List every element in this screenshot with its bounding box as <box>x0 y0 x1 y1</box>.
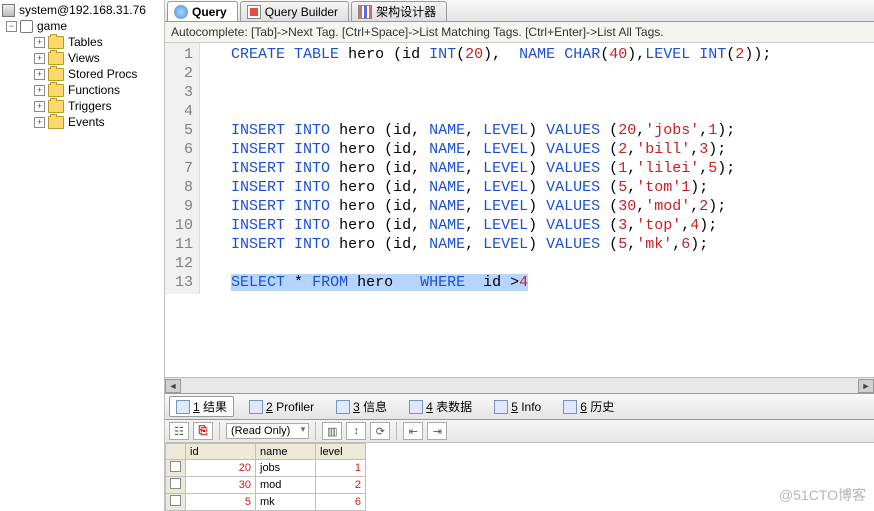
cell-name[interactable]: mod <box>256 477 316 494</box>
column-header-level[interactable]: level <box>316 444 366 460</box>
folder-icon <box>48 100 64 113</box>
result-tab-history[interactable]: 6 历史 <box>556 396 621 417</box>
checkbox-icon[interactable] <box>170 495 181 506</box>
column-header-name[interactable]: name <box>256 444 316 460</box>
refresh-button[interactable]: ⟳ <box>370 422 390 440</box>
tree-item-label: Events <box>68 115 105 129</box>
tree-item-views[interactable]: + Views <box>0 50 164 66</box>
query-builder-icon <box>247 5 261 19</box>
cell-name[interactable]: mk <box>256 494 316 511</box>
profiler-icon <box>249 400 263 414</box>
folder-icon <box>48 68 64 81</box>
database-label: game <box>37 19 67 33</box>
table-row[interactable]: 5mk6 <box>166 494 366 511</box>
checkbox-icon[interactable] <box>170 461 181 472</box>
table-data-icon <box>409 400 423 414</box>
tree-item-events[interactable]: + Events <box>0 114 164 130</box>
tree-item-triggers[interactable]: + Triggers <box>0 98 164 114</box>
tree-item-functions[interactable]: + Functions <box>0 82 164 98</box>
row-selector[interactable] <box>166 477 186 494</box>
tab-query-label: Query <box>192 5 227 19</box>
grid-corner <box>166 444 186 460</box>
tree-item-label: Views <box>68 51 100 65</box>
tab-qb-label: Query Builder <box>265 5 338 19</box>
folder-icon <box>48 116 64 129</box>
result-tab-info2[interactable]: 5 Info <box>487 396 548 417</box>
autocomplete-hint: Autocomplete: [Tab]->Next Tag. [Ctrl+Spa… <box>165 22 874 43</box>
tree-item-stored-procs[interactable]: + Stored Procs <box>0 66 164 82</box>
cell-name[interactable]: jobs <box>256 460 316 477</box>
table-row[interactable]: 20jobs1 <box>166 460 366 477</box>
cell-id[interactable]: 30 <box>186 477 256 494</box>
tree-item-label: Functions <box>68 83 120 97</box>
copy-button[interactable]: ⎘ <box>193 422 213 440</box>
tree-item-tables[interactable]: + Tables <box>0 34 164 50</box>
cell-level[interactable]: 6 <box>316 494 366 511</box>
separator <box>219 422 220 440</box>
cell-level[interactable]: 1 <box>316 460 366 477</box>
expand-icon[interactable]: + <box>34 69 45 80</box>
separator <box>315 422 316 440</box>
info-icon <box>336 400 350 414</box>
row-selector[interactable] <box>166 460 186 477</box>
folder-icon <box>48 52 64 65</box>
filter-button[interactable]: ▥ <box>322 422 342 440</box>
results-grid[interactable]: idnamelevel20jobs130mod25mk6 <box>165 443 874 511</box>
tab-sd-label: 架构设计器 <box>376 3 436 20</box>
table-row[interactable]: 30mod2 <box>166 477 366 494</box>
expand-icon[interactable]: + <box>34 117 45 128</box>
first-button[interactable]: ⇤ <box>403 422 423 440</box>
collapse-icon[interactable]: − <box>6 21 17 32</box>
expand-icon[interactable]: + <box>34 53 45 64</box>
line-gutter: 12345678910111213 <box>165 43 200 294</box>
export-button[interactable]: ☷ <box>169 422 189 440</box>
expand-icon[interactable]: + <box>34 101 45 112</box>
cell-id[interactable]: 5 <box>186 494 256 511</box>
column-header-id[interactable]: id <box>186 444 256 460</box>
tree-server-node[interactable]: system@192.168.31.76 <box>0 2 164 18</box>
tree-item-label: Stored Procs <box>68 67 137 81</box>
object-browser-tree[interactable]: system@192.168.31.76 − game + Tables + View… <box>0 0 165 511</box>
result-tab-results[interactable]: 1 结果 <box>169 396 234 417</box>
tab-query[interactable]: Query <box>167 1 238 21</box>
server-label: system@192.168.31.76 <box>19 3 146 17</box>
sort-button[interactable]: ↕ <box>346 422 366 440</box>
results-tabbar: 1 结果 2 Profiler 3 信息 4 表数据 5 Info 6 历史 <box>165 393 874 420</box>
result-tab-tabledata[interactable]: 4 表数据 <box>402 396 479 417</box>
tab-schema-designer[interactable]: 架构设计器 <box>351 1 447 21</box>
grid-icon <box>176 400 190 414</box>
readonly-dropdown[interactable]: (Read Only) <box>226 423 309 439</box>
tree-database-node[interactable]: − game <box>0 18 164 34</box>
folder-icon <box>48 36 64 49</box>
separator <box>396 422 397 440</box>
scroll-left-arrow[interactable]: ◄ <box>165 379 181 393</box>
checkbox-icon[interactable] <box>170 478 181 489</box>
editor-tabbar: Query Query Builder 架构设计器 <box>165 0 874 22</box>
history-icon <box>563 400 577 414</box>
folder-icon <box>48 84 64 97</box>
scroll-right-arrow[interactable]: ► <box>858 379 874 393</box>
cell-id[interactable]: 20 <box>186 460 256 477</box>
expand-icon[interactable]: + <box>34 37 45 48</box>
row-selector[interactable] <box>166 494 186 511</box>
query-icon <box>174 5 188 19</box>
expand-icon[interactable]: + <box>34 85 45 96</box>
result-tab-profiler[interactable]: 2 Profiler <box>242 396 321 417</box>
editor-h-scrollbar[interactable]: ◄ ► <box>165 377 874 393</box>
last-button[interactable]: ⇥ <box>427 422 447 440</box>
cell-level[interactable]: 2 <box>316 477 366 494</box>
sql-editor[interactable]: 12345678910111213 CREATE TABLE hero (id … <box>165 43 874 377</box>
code-area[interactable]: CREATE TABLE hero (id INT(20), NAME CHAR… <box>200 43 775 294</box>
database-icon <box>20 20 33 33</box>
tab-query-builder[interactable]: Query Builder <box>240 1 349 21</box>
watermark: @51CTO博客 <box>779 485 866 505</box>
schema-designer-icon <box>358 5 372 19</box>
results-toolbar: ☷ ⎘ (Read Only) ▥ ↕ ⟳ ⇤ ⇥ <box>165 420 874 443</box>
tree-item-label: Tables <box>68 35 103 49</box>
result-tab-info[interactable]: 3 信息 <box>329 396 394 417</box>
tree-item-label: Triggers <box>68 99 112 113</box>
info2-icon <box>494 400 508 414</box>
server-icon <box>2 4 15 17</box>
